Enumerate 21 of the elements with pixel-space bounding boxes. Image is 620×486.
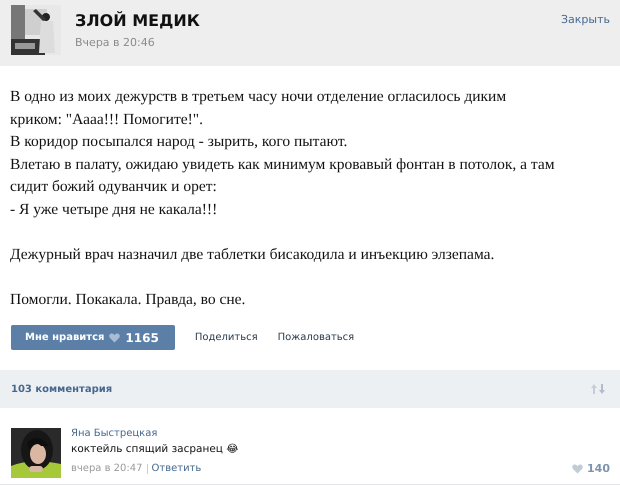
comment-likes: 140 [587,462,610,475]
post-text: Дежурный врач назначил две таблетки бисакодила и инъекцию элзепама. [10,244,496,264]
report-link[interactable]: Пожаловаться [278,332,354,343]
comment-text: коктейль спящий засранец 😂 [71,443,240,455]
share-link[interactable]: Поделиться [194,332,258,343]
sort-icon[interactable] [590,383,606,395]
post-text: В одно из моих дежурств в третьем часу ночи отделение огласилось диким криком: "Аааа!!! Помогите!". [10,87,508,130]
comment-author[interactable]: Яна Быстрецкая [71,428,610,439]
post-text: Влетаю в палату, ожидаю увидеть как минимум кровавый фонтан в потолок, а там сидит божий одуванчик и орет: [10,154,556,197]
post-text: В коридор посыпался народ - зырить, кого пытают. [10,132,348,152]
reply-link[interactable]: Ответить [152,463,202,474]
comments-count: 103 комментария [11,384,112,394]
comment-time: вчера в 20:47 [71,463,142,474]
like-button[interactable]: Мне нравится 1165 [11,325,175,350]
heart-icon [109,332,120,342]
post-text: - Я уже четыре дня не какала!!! [10,200,218,220]
close-link[interactable]: Закрыть [561,5,610,26]
heart-icon [572,464,584,474]
post-text: Помогли. Покакала. Правда, во сне. [10,290,246,310]
author-name[interactable]: ЗЛОЙ МЕДИК [75,11,547,30]
post-time: Вчера в 20:46 [75,36,156,49]
